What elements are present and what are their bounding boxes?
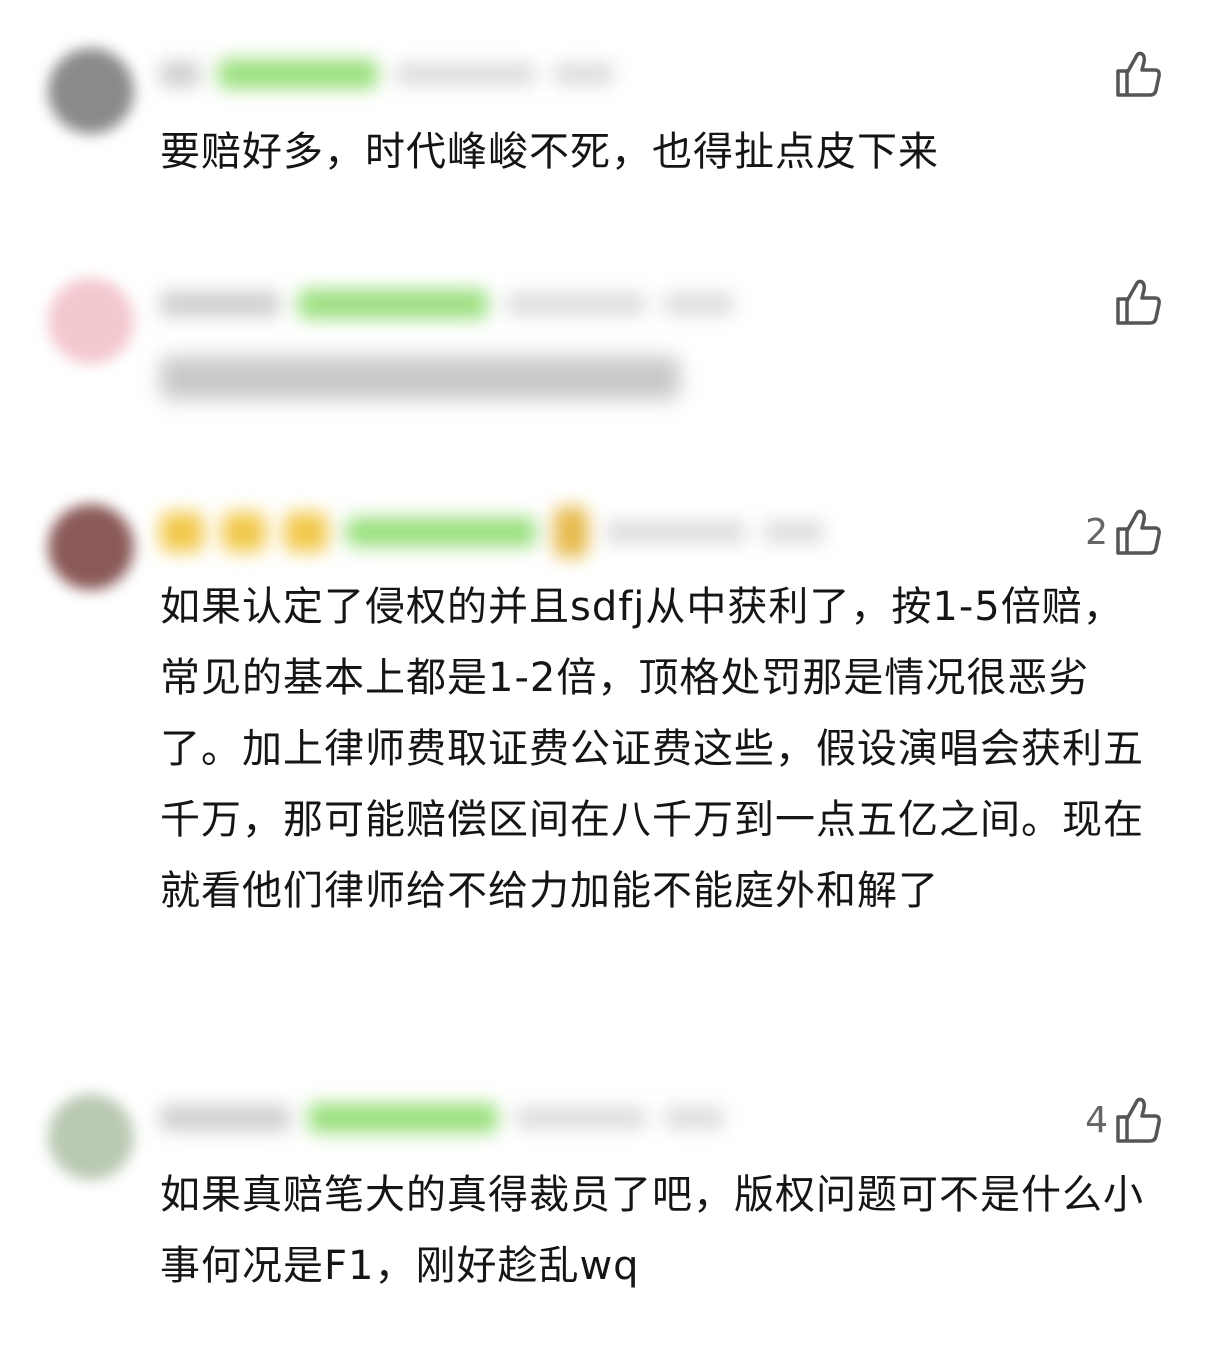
comment-meta-blurred (160, 282, 734, 326)
emoji-icon (160, 512, 204, 552)
comment-text: 如果真赔笔大的真得裁员了吧，版权问题可不是什么小事何况是F1，刚好趁乱wq (160, 1172, 1144, 1289)
like-button[interactable] (1108, 274, 1162, 330)
avatar[interactable] (48, 504, 134, 590)
comment-meta-blurred (160, 507, 824, 557)
thumbs-up-icon[interactable] (1114, 1095, 1162, 1145)
comment-meta-blurred (160, 52, 614, 96)
like-button[interactable] (1108, 46, 1162, 102)
like-button[interactable]: 2 (1085, 504, 1162, 560)
comment-text: 要赔好多，时代峰峻不死，也得扯点皮下来 (160, 129, 939, 175)
trophy-icon (554, 507, 588, 557)
comment-text-blurred (160, 356, 680, 400)
avatar[interactable] (48, 48, 134, 134)
comment-text: 如果认定了侵权的并且sdfj从中获利了，按1-5倍赔，常见的基本上都是1-2倍，… (160, 584, 1144, 914)
thumbs-up-icon[interactable] (1114, 277, 1162, 327)
thumbs-up-icon[interactable] (1114, 49, 1162, 99)
comment-meta-blurred (160, 1096, 724, 1140)
emoji-icon (222, 512, 266, 552)
avatar[interactable] (48, 278, 134, 364)
avatar[interactable] (48, 1094, 134, 1180)
like-count: 4 (1085, 1099, 1108, 1141)
thumbs-up-icon[interactable] (1114, 507, 1162, 557)
like-button[interactable]: 4 (1085, 1092, 1162, 1148)
emoji-icon (284, 512, 328, 552)
like-count: 2 (1085, 511, 1108, 553)
